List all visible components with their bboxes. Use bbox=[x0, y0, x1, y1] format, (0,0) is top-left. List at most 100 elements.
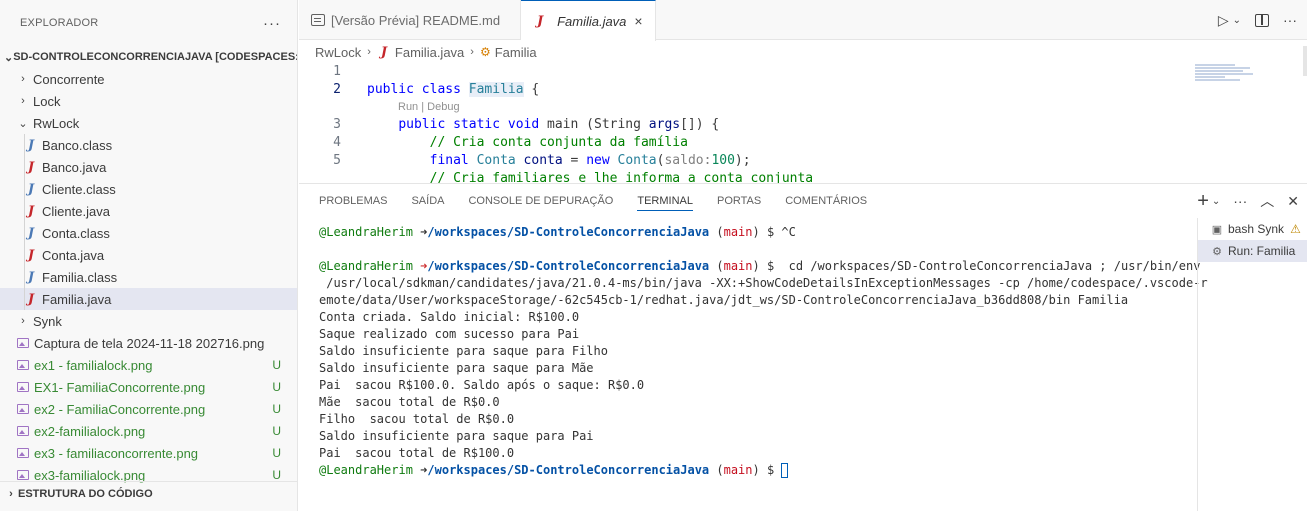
breadcrumb-folder[interactable]: RwLock bbox=[315, 45, 361, 60]
outline-section[interactable]: › ESTRUTURA DO CÓDIGO bbox=[0, 481, 297, 505]
java-file-icon: J bbox=[380, 44, 387, 60]
tree-item-label: Familia.java bbox=[42, 291, 112, 307]
code-line: // Cria familiares e lhe informa a conta… bbox=[299, 170, 1179, 183]
terminal-output[interactable]: @LeandraHerim ➜/workspaces/SD-ControleCo… bbox=[319, 224, 1208, 479]
git-status-badge: U bbox=[272, 358, 281, 372]
code-text: public static void main (String args[]) … bbox=[398, 117, 720, 132]
more-actions-icon[interactable]: ··· bbox=[1233, 193, 1247, 209]
tree-item[interactable]: J Familia.java bbox=[0, 288, 297, 310]
tree-item[interactable]: EX1- FamiliaConcorrente.png U bbox=[0, 376, 297, 398]
tree-item[interactable]: ex2-familialock.png U bbox=[0, 420, 297, 442]
scrollbar[interactable] bbox=[1303, 46, 1307, 76]
terminal-line: Pai sacou total de R$100.0 bbox=[319, 446, 515, 460]
tree-item[interactable]: J Conta.class bbox=[0, 222, 297, 244]
code-line: 4 // Cria conta conjunta da família bbox=[299, 134, 1179, 152]
indent-guide bbox=[24, 200, 25, 222]
run-icon[interactable]: ▷ bbox=[1218, 12, 1229, 29]
tab-label: [Versão Prévia] README.md bbox=[331, 12, 501, 28]
git-status-badge: U bbox=[272, 380, 281, 394]
code-text: // Cria conta conjunta da família bbox=[429, 135, 688, 150]
codelens-run-debug[interactable]: Run | Debug bbox=[299, 99, 1179, 116]
editor-tabs: [Versão Prévia] README.md J Familia.java… bbox=[299, 0, 1307, 41]
breadcrumb-file[interactable]: Familia.java bbox=[395, 45, 464, 60]
java-file-icon: J bbox=[27, 159, 35, 175]
terminal-item-label: bash bbox=[1228, 222, 1255, 236]
tree-item-label: EX1- FamiliaConcorrente.png bbox=[34, 379, 206, 395]
tree-item[interactable]: › Synk bbox=[0, 310, 297, 332]
tree-item[interactable]: J Banco.class bbox=[0, 134, 297, 156]
indent-guide bbox=[24, 266, 25, 288]
chevron-down-icon[interactable]: ⌄ bbox=[1212, 196, 1220, 207]
image-file-icon bbox=[17, 404, 29, 414]
panel-tabs: PROBLEMAS SAÍDA CONSOLE DE DEPURAÇÃO TER… bbox=[299, 184, 1307, 218]
more-actions-icon[interactable]: ··· bbox=[1283, 12, 1297, 28]
close-icon[interactable]: ✕ bbox=[1287, 193, 1299, 210]
git-status-badge: U bbox=[272, 468, 281, 482]
tree-item[interactable]: Captura de tela 2024-11-18 202716.png bbox=[0, 332, 297, 354]
java-file-icon: J bbox=[27, 203, 35, 219]
tree-item-label: ex2-familialock.png bbox=[34, 423, 146, 439]
terminal-line: emote/data/User/workspaceStorage/-62c545… bbox=[319, 293, 1129, 307]
tab-debug-console[interactable]: CONSOLE DE DEPURAÇÃO bbox=[468, 184, 613, 218]
java-file-icon: J bbox=[27, 247, 35, 263]
tree-item-label: Captura de tela 2024-11-18 202716.png bbox=[34, 335, 265, 351]
code-text: // Cria familiares e lhe informa a conta… bbox=[429, 171, 814, 183]
panel-actions: + ⌄ ··· ︿ ✕ bbox=[1197, 184, 1299, 218]
debug-icon: ⚙ bbox=[1212, 246, 1222, 258]
code-line: 5 final Conta conta = new Conta(saldo:10… bbox=[299, 152, 1179, 170]
git-status-badge: U bbox=[272, 424, 281, 438]
tree-item[interactable]: J Conta.java bbox=[0, 244, 297, 266]
tree-item-label: ex1 - familialock.png bbox=[34, 357, 153, 373]
tab-familia-java[interactable]: J Familia.java × bbox=[521, 0, 656, 41]
tab-problems[interactable]: PROBLEMAS bbox=[319, 184, 387, 218]
tree-item-label: Conta.java bbox=[42, 247, 105, 263]
split-editor-icon[interactable] bbox=[1255, 13, 1269, 27]
tree-item[interactable]: ex3 - familiaconcorrente.png U bbox=[0, 442, 297, 464]
chevron-right-icon: › bbox=[21, 95, 25, 107]
workspace-root[interactable]: ⌄ SD-CONTROLECONCORRENCIAJAVA [CODESPACE… bbox=[0, 46, 297, 68]
git-status-badge: U bbox=[272, 446, 281, 460]
terminal-item-label: Run: Familia bbox=[1228, 244, 1296, 258]
explorer-title: EXPLORADOR bbox=[20, 17, 99, 29]
tree-item[interactable]: › Lock bbox=[0, 90, 297, 112]
tree-item-label: Synk bbox=[33, 313, 62, 329]
tree-item-label: Banco.class bbox=[42, 137, 113, 153]
terminal-line: Saldo insuficiente para saque para Filho bbox=[319, 344, 608, 358]
workspace-label: SD-CONTROLECONCORRENCIAJAVA [CODESPACES:… bbox=[13, 51, 297, 63]
more-actions-icon[interactable]: ··· bbox=[263, 15, 281, 32]
tree-item[interactable]: ⌄ RwLock bbox=[0, 112, 297, 134]
tree-item[interactable]: › Concorrente bbox=[0, 68, 297, 90]
tree-item[interactable]: J Familia.class bbox=[0, 266, 297, 288]
tab-comments[interactable]: COMENTÁRIOS bbox=[785, 184, 867, 218]
indent-guide bbox=[24, 244, 25, 266]
java-file-icon: J bbox=[27, 291, 35, 307]
line-number bbox=[299, 170, 341, 183]
tree-item[interactable]: J Cliente.java bbox=[0, 200, 297, 222]
tab-readme-preview[interactable]: [Versão Prévia] README.md bbox=[299, 0, 522, 40]
new-terminal-icon[interactable]: + bbox=[1197, 191, 1209, 211]
class-file-icon: J bbox=[27, 269, 35, 285]
chevron-down-icon[interactable]: ⌄ bbox=[1233, 15, 1241, 26]
code-editor[interactable]: 1 2 public class Familia { Run | Debug 3… bbox=[299, 63, 1179, 183]
terminal-line: @LeandraHerim ➜/workspaces/SD-ControleCo… bbox=[319, 259, 1201, 273]
chevron-up-icon[interactable]: ︿ bbox=[1260, 191, 1274, 211]
image-file-icon bbox=[17, 360, 29, 370]
line-number: 3 bbox=[333, 117, 341, 132]
terminal-item-run-familia[interactable]: ⚙ Run: Familia bbox=[1198, 240, 1307, 262]
image-file-icon bbox=[17, 426, 29, 436]
tab-terminal[interactable]: TERMINAL bbox=[637, 184, 693, 218]
breadcrumb-symbol[interactable]: Familia bbox=[495, 45, 537, 60]
tree-item[interactable]: ex2 - FamiliaConcorrente.png U bbox=[0, 398, 297, 420]
tree-item[interactable]: ex1 - familialock.png U bbox=[0, 354, 297, 376]
java-file-icon: J bbox=[536, 13, 544, 29]
terminal-line: /usr/local/sdkman/candidates/java/21.0.4… bbox=[319, 276, 1208, 290]
image-file-icon bbox=[17, 338, 29, 348]
minimap[interactable] bbox=[1195, 64, 1255, 94]
file-tree: › Concorrente › Lock ⌄ RwLock J Banco.class J Ban… bbox=[0, 68, 297, 486]
tab-output[interactable]: SAÍDA bbox=[411, 184, 444, 218]
tree-item[interactable]: J Banco.java bbox=[0, 156, 297, 178]
tab-ports[interactable]: PORTAS bbox=[717, 184, 761, 218]
tree-item[interactable]: J Cliente.class bbox=[0, 178, 297, 200]
terminal-item-bash[interactable]: ▣ bash Synk ⚠ bbox=[1198, 218, 1307, 240]
close-icon[interactable]: × bbox=[634, 13, 642, 29]
